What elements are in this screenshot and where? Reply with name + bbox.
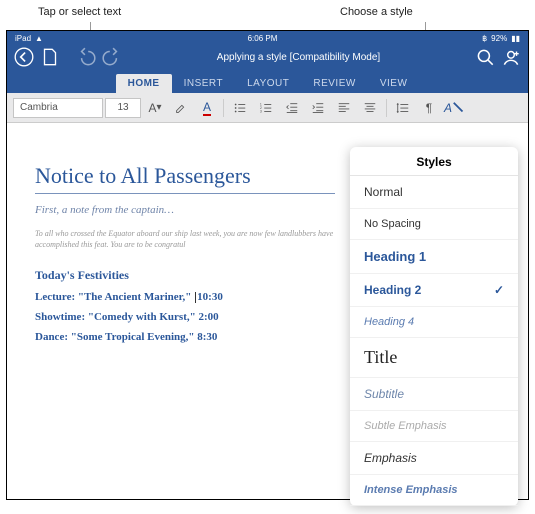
ipad-statusbar: iPad ▲ 6:06 PM ฿ 92% ▮▮ [7,31,528,45]
callout-choose-style: Choose a style [340,6,413,18]
styles-popover: Styles Normal No Spacing Heading 1 Heading … [350,147,518,506]
tab-view[interactable]: VIEW [368,74,420,93]
wifi-icon: ▲ [35,34,43,43]
style-option-normal[interactable]: Normal [350,176,518,209]
file-button[interactable] [39,47,61,67]
show-marks-button[interactable]: ¶ [417,97,441,119]
battery-icon: ▮▮ [511,34,520,43]
tab-review[interactable]: REVIEW [301,74,367,93]
style-label: Title [364,347,397,368]
style-option-no-spacing[interactable]: No Spacing [350,209,518,240]
style-label: Subtitle [364,387,404,401]
style-option-heading-2[interactable]: Heading 2 ✓ [350,274,518,307]
app-frame: iPad ▲ 6:06 PM ฿ 92% ▮▮ Applying a style… [6,30,529,500]
undo-button[interactable] [75,47,97,67]
ribbon-home: Cambria 13 A▾ A 123 ¶ A [7,93,528,123]
align-center-button[interactable] [358,97,382,119]
line-spacing-button[interactable] [391,97,415,119]
checkmark-icon: ✓ [494,283,504,297]
divider [386,99,387,117]
battery-label: 92% [491,34,507,43]
style-option-subtle-emphasis[interactable]: Subtle Emphasis [350,411,518,442]
style-label: Emphasis [364,451,417,465]
align-left-button[interactable] [332,97,356,119]
outdent-button[interactable] [280,97,304,119]
highlight-button[interactable] [169,97,193,119]
callout-tap-text: Tap or select text [38,6,121,18]
style-label: Subtle Emphasis [364,420,447,432]
style-option-heading-1[interactable]: Heading 1 [350,240,518,274]
style-option-emphasis[interactable]: Emphasis [350,442,518,475]
style-label: Intense Emphasis [364,484,458,496]
popover-title: Styles [350,147,518,176]
share-button[interactable] [500,47,522,67]
style-option-heading-4[interactable]: Heading 4 [350,307,518,338]
font-family-select[interactable]: Cambria [13,98,103,118]
style-option-intense-emphasis[interactable]: Intense Emphasis [350,475,518,506]
style-label: Heading 4 [364,316,414,328]
style-option-subtitle[interactable]: Subtitle [350,378,518,411]
font-format-button[interactable]: A▾ [143,97,167,119]
bullets-button[interactable] [228,97,252,119]
svg-text:3: 3 [260,109,262,113]
style-label: Heading 2 [364,283,421,297]
document-title: Applying a style [Compatibility Mode] [127,52,470,63]
titlebar: Applying a style [Compatibility Mode] [7,45,528,69]
search-button[interactable] [474,47,496,67]
back-button[interactable] [13,47,35,67]
indent-button[interactable] [306,97,330,119]
style-label: Normal [364,185,403,199]
styles-button[interactable]: A [443,97,467,119]
divider [223,99,224,117]
clock: 6:06 PM [248,34,278,43]
style-label: No Spacing [364,218,421,230]
bluetooth-icon: ฿ [482,34,487,43]
redo-button[interactable] [101,47,123,67]
style-label: Heading 1 [364,249,426,264]
tab-insert[interactable]: INSERT [172,74,236,93]
tab-layout[interactable]: LAYOUT [235,74,301,93]
font-color-button[interactable]: A [195,97,219,119]
styles-list[interactable]: NormalNo SpacingHeading 1Heading 2✓Headi… [350,176,518,506]
font-size-select[interactable]: 13 [105,98,141,118]
style-option-title[interactable]: Title [350,338,518,378]
numbering-button[interactable]: 123 [254,97,278,119]
ribbon-tabs: HOME INSERT LAYOUT REVIEW VIEW [7,69,528,93]
device-label: iPad [15,34,31,43]
tab-home[interactable]: HOME [116,74,172,93]
doc-heading-title[interactable]: Notice to All Passengers [35,163,335,194]
doc-body-paragraph[interactable]: To all who crossed the Equator aboard ou… [35,228,335,250]
